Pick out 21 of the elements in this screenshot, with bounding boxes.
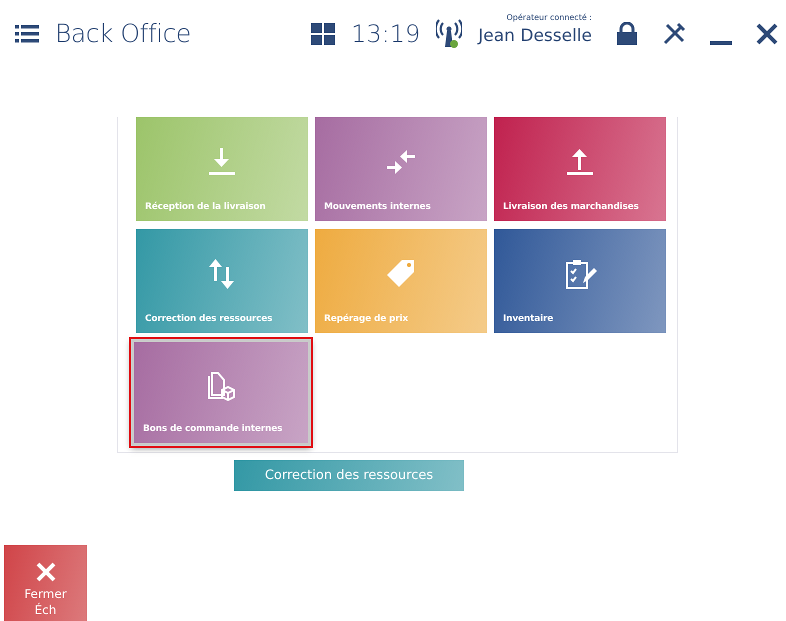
menu-tile[interactable]: Livraison des marchandises: [494, 117, 666, 221]
menu-icon[interactable]: [15, 24, 39, 44]
tiles-icon[interactable]: [311, 23, 336, 45]
tools-icon[interactable]: [662, 22, 686, 46]
close-icon[interactable]: [756, 23, 778, 45]
operator-label: Opérateur connecté :: [506, 12, 592, 24]
close-icon: [34, 560, 56, 583]
operator-name: Jean Desselle: [478, 25, 592, 48]
menu-tile[interactable]: Inventaire: [494, 229, 666, 333]
menu-tile[interactable]: Bons de commande internes: [131, 339, 311, 446]
dragged-tile[interactable]: Correction des ressources: [234, 460, 464, 491]
menu-tile[interactable]: Réception de la livraison: [136, 117, 308, 221]
menu-tile[interactable]: Repérage de prix: [315, 229, 487, 333]
clock-time: 13:19: [351, 19, 420, 50]
menu-tile[interactable]: Mouvements internes: [315, 117, 487, 221]
menu-tile[interactable]: Correction des ressources: [136, 229, 308, 333]
app-title: Back Office: [55, 18, 191, 50]
lock-icon[interactable]: [616, 22, 638, 46]
clipboard-icon: [563, 257, 597, 291]
signal-icon: [436, 19, 462, 49]
close-exchange-button[interactable]: Fermer Éch: [4, 545, 87, 621]
